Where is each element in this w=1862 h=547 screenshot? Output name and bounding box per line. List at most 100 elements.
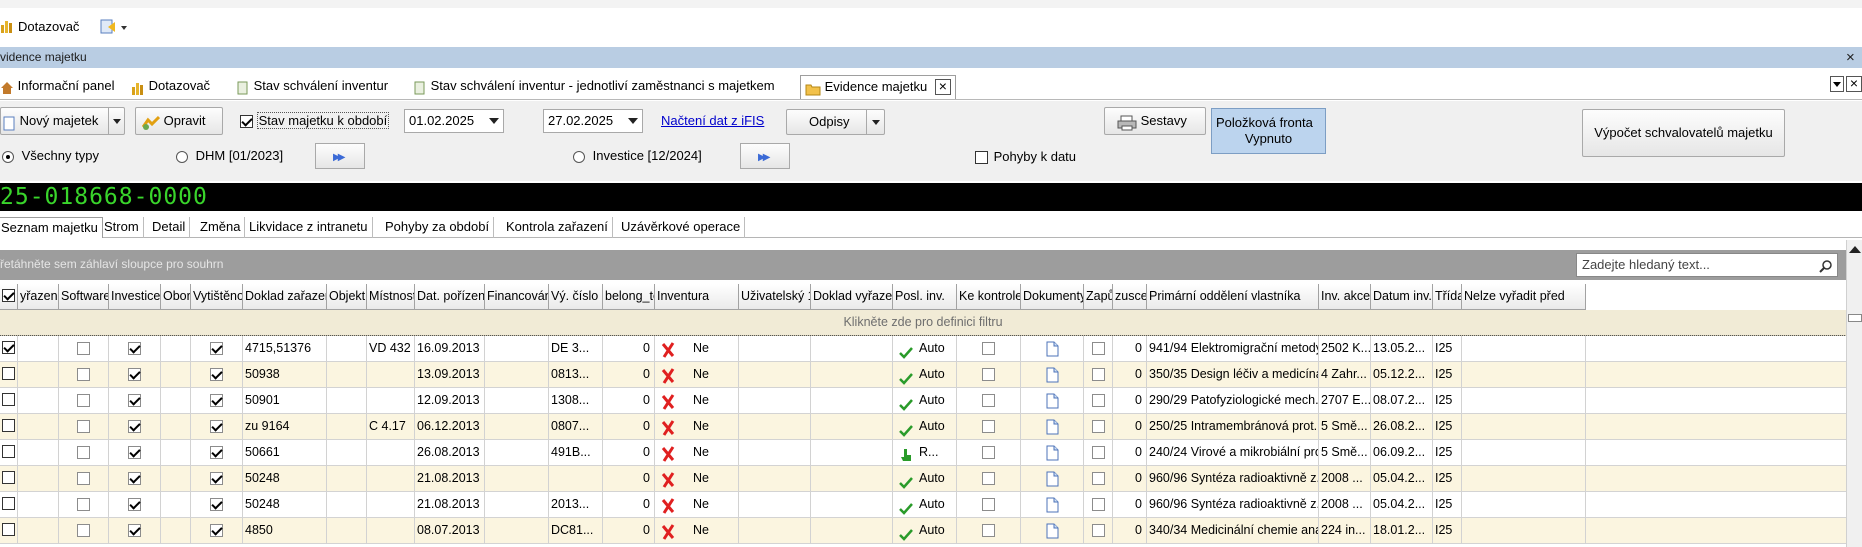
radio-circle[interactable] — [573, 150, 585, 163]
cell-investice[interactable] — [109, 388, 161, 414]
investice-checkbox[interactable] — [128, 498, 141, 512]
cell-ke-kontrole[interactable] — [957, 362, 1021, 388]
radio-dhm[interactable]: DHM [01/2023] — [176, 148, 283, 163]
tab-zmena[interactable]: Změna — [196, 217, 246, 238]
cell-inventura[interactable]: Ne — [655, 362, 739, 388]
cell-trida[interactable]: I25 — [1433, 388, 1462, 414]
date-to-combo[interactable]: 27.02.2025 — [543, 109, 643, 133]
vytisteno-checkbox[interactable] — [210, 472, 223, 486]
tab-pohyby[interactable]: Pohyby za období — [381, 217, 495, 238]
radio-circle[interactable] — [176, 150, 188, 163]
document-icon[interactable] — [1046, 367, 1059, 383]
column-header[interactable]: Obor — [161, 284, 191, 310]
cell-objekt[interactable] — [327, 466, 367, 492]
cell-vytisteno[interactable] — [191, 414, 243, 440]
tab-stav-schvaleni-zamestnanci[interactable]: Stav schválení inventur - jednotliví zam… — [413, 75, 775, 99]
radio-all-types[interactable]: Všechny typy — [2, 148, 99, 163]
tabs-dropdown-icon[interactable] — [1830, 76, 1844, 92]
cell-doklad[interactable]: zu 9164 — [243, 414, 327, 440]
cell-mistnost[interactable] — [367, 362, 415, 388]
cell-belong-to[interactable]: 0 — [603, 440, 655, 466]
cell-obor[interactable] — [161, 518, 191, 544]
investice-checkbox[interactable] — [128, 420, 141, 434]
cell-belong-to[interactable]: 0 — [603, 388, 655, 414]
chevron-down-icon[interactable] — [872, 120, 880, 125]
cell-vytisteno[interactable] — [191, 518, 243, 544]
investice-checkbox[interactable] — [128, 472, 141, 486]
tab-close-icon[interactable]: × — [934, 79, 951, 95]
cell-dokumenty[interactable] — [1021, 388, 1084, 414]
document-icon[interactable] — [1046, 393, 1059, 409]
tab-dotazovac[interactable]: Dotazovač — [131, 75, 210, 99]
cell-investice[interactable] — [109, 440, 161, 466]
tabs-close-all-icon[interactable]: × — [1846, 76, 1862, 92]
cell-datum[interactable]: 12.09.2013 — [415, 388, 485, 414]
chevron-down-icon[interactable] — [628, 118, 638, 124]
checkbox-box[interactable] — [975, 151, 988, 165]
date-from-combo[interactable]: 01.02.2025 — [404, 109, 504, 133]
cell-inv-akce[interactable]: 2008 ... — [1319, 492, 1371, 518]
cell-zusce[interactable]: 0 — [1113, 414, 1147, 440]
state-for-period-checkbox[interactable]: Stav majetku k období — [240, 112, 390, 129]
cell-dokumenty[interactable] — [1021, 362, 1084, 388]
cell-belong-to[interactable]: 0 — [603, 518, 655, 544]
dotazovac-button[interactable]: Dotazovač — [18, 19, 79, 34]
table-row[interactable]: 50901 12.09.2013 1308... 0 Ne Auto 0 290/29 Pat… — [0, 388, 1846, 414]
cell-zapujceno[interactable] — [1084, 362, 1113, 388]
cell-trida[interactable]: I25 — [1433, 466, 1462, 492]
cell-oddeleni[interactable]: 941/94 Elektromigrační metody — [1147, 336, 1319, 362]
cell-trida[interactable]: I25 — [1433, 492, 1462, 518]
column-header[interactable]: Inventura — [655, 284, 739, 310]
cell-dokumenty[interactable] — [1021, 466, 1084, 492]
cell-vyrazeni[interactable] — [18, 440, 59, 466]
cell-objekt[interactable] — [327, 362, 367, 388]
software-checkbox[interactable] — [77, 498, 90, 512]
select-all-checkbox[interactable] — [2, 289, 15, 303]
ke-kontrole-checkbox[interactable] — [982, 472, 995, 486]
row-select-checkbox[interactable] — [2, 471, 15, 485]
cell-uzivatelsky[interactable] — [739, 414, 811, 440]
cell-nelze-vyradit[interactable] — [1462, 388, 1586, 414]
zapujceno-checkbox[interactable] — [1091, 446, 1105, 460]
cell-posl-inv[interactable]: Auto — [893, 466, 957, 492]
document-icon[interactable] — [1046, 445, 1059, 461]
table-row[interactable]: 50248 21.08.2013 2013... 0 Ne Auto 0 960/96 Syn… — [0, 492, 1846, 518]
cell-belong-to[interactable]: 0 — [603, 466, 655, 492]
cell-posl-inv[interactable]: Auto — [893, 336, 957, 362]
cell-mistnost[interactable]: C 4.17 — [367, 414, 415, 440]
zapujceno-checkbox[interactable] — [1091, 472, 1105, 486]
column-header[interactable]: Vytištěno — [191, 284, 243, 310]
compute-approvers-button[interactable]: Výpočet schvalovatelů majetku — [1582, 109, 1785, 157]
cell-vyrazeni[interactable] — [18, 518, 59, 544]
cell-select[interactable] — [0, 388, 18, 414]
cell-vytisteno[interactable] — [191, 388, 243, 414]
cell-trida[interactable]: I25 — [1433, 518, 1462, 544]
cell-vytisteno[interactable] — [191, 362, 243, 388]
cell-datum-inv[interactable]: 06.09.2... — [1371, 440, 1433, 466]
cell-inv-akce[interactable]: 2008 ... — [1319, 466, 1371, 492]
zapujceno-checkbox[interactable] — [1091, 498, 1105, 512]
row-select-checkbox[interactable] — [2, 367, 15, 381]
radio-circle[interactable] — [2, 150, 14, 163]
cell-nelze-vyradit[interactable] — [1462, 518, 1586, 544]
cell-inventura[interactable]: Ne — [655, 414, 739, 440]
software-checkbox[interactable] — [77, 524, 90, 538]
cell-inv-akce[interactable]: 5 Smě... — [1319, 414, 1371, 440]
cell-posl-inv[interactable]: R... — [893, 440, 957, 466]
cell-vyr-cislo[interactable]: 1308... — [549, 388, 603, 414]
cell-software[interactable] — [59, 388, 109, 414]
cell-doklad-vyrazeni[interactable] — [811, 492, 893, 518]
cell-oddeleni[interactable]: 240/24 Virové a mikrobiální pro... — [1147, 440, 1319, 466]
cell-doklad[interactable]: 4715,51376 — [243, 336, 327, 362]
ke-kontrole-checkbox[interactable] — [982, 524, 995, 538]
cell-financovani[interactable] — [485, 336, 549, 362]
cell-dokumenty[interactable] — [1021, 518, 1084, 544]
column-header[interactable]: Inv. akce — [1319, 284, 1371, 310]
group-by-panel[interactable]: řetáhněte sem záhlaví sloupce pro souhrn… — [0, 250, 1846, 280]
cell-inventura[interactable]: Ne — [655, 388, 739, 414]
cell-trida[interactable]: I25 — [1433, 362, 1462, 388]
cell-software[interactable] — [59, 466, 109, 492]
cell-oddeleni[interactable]: 340/34 Medicinální chemie anal... — [1147, 518, 1319, 544]
cell-zapujceno[interactable] — [1084, 336, 1113, 362]
cell-obor[interactable] — [161, 388, 191, 414]
